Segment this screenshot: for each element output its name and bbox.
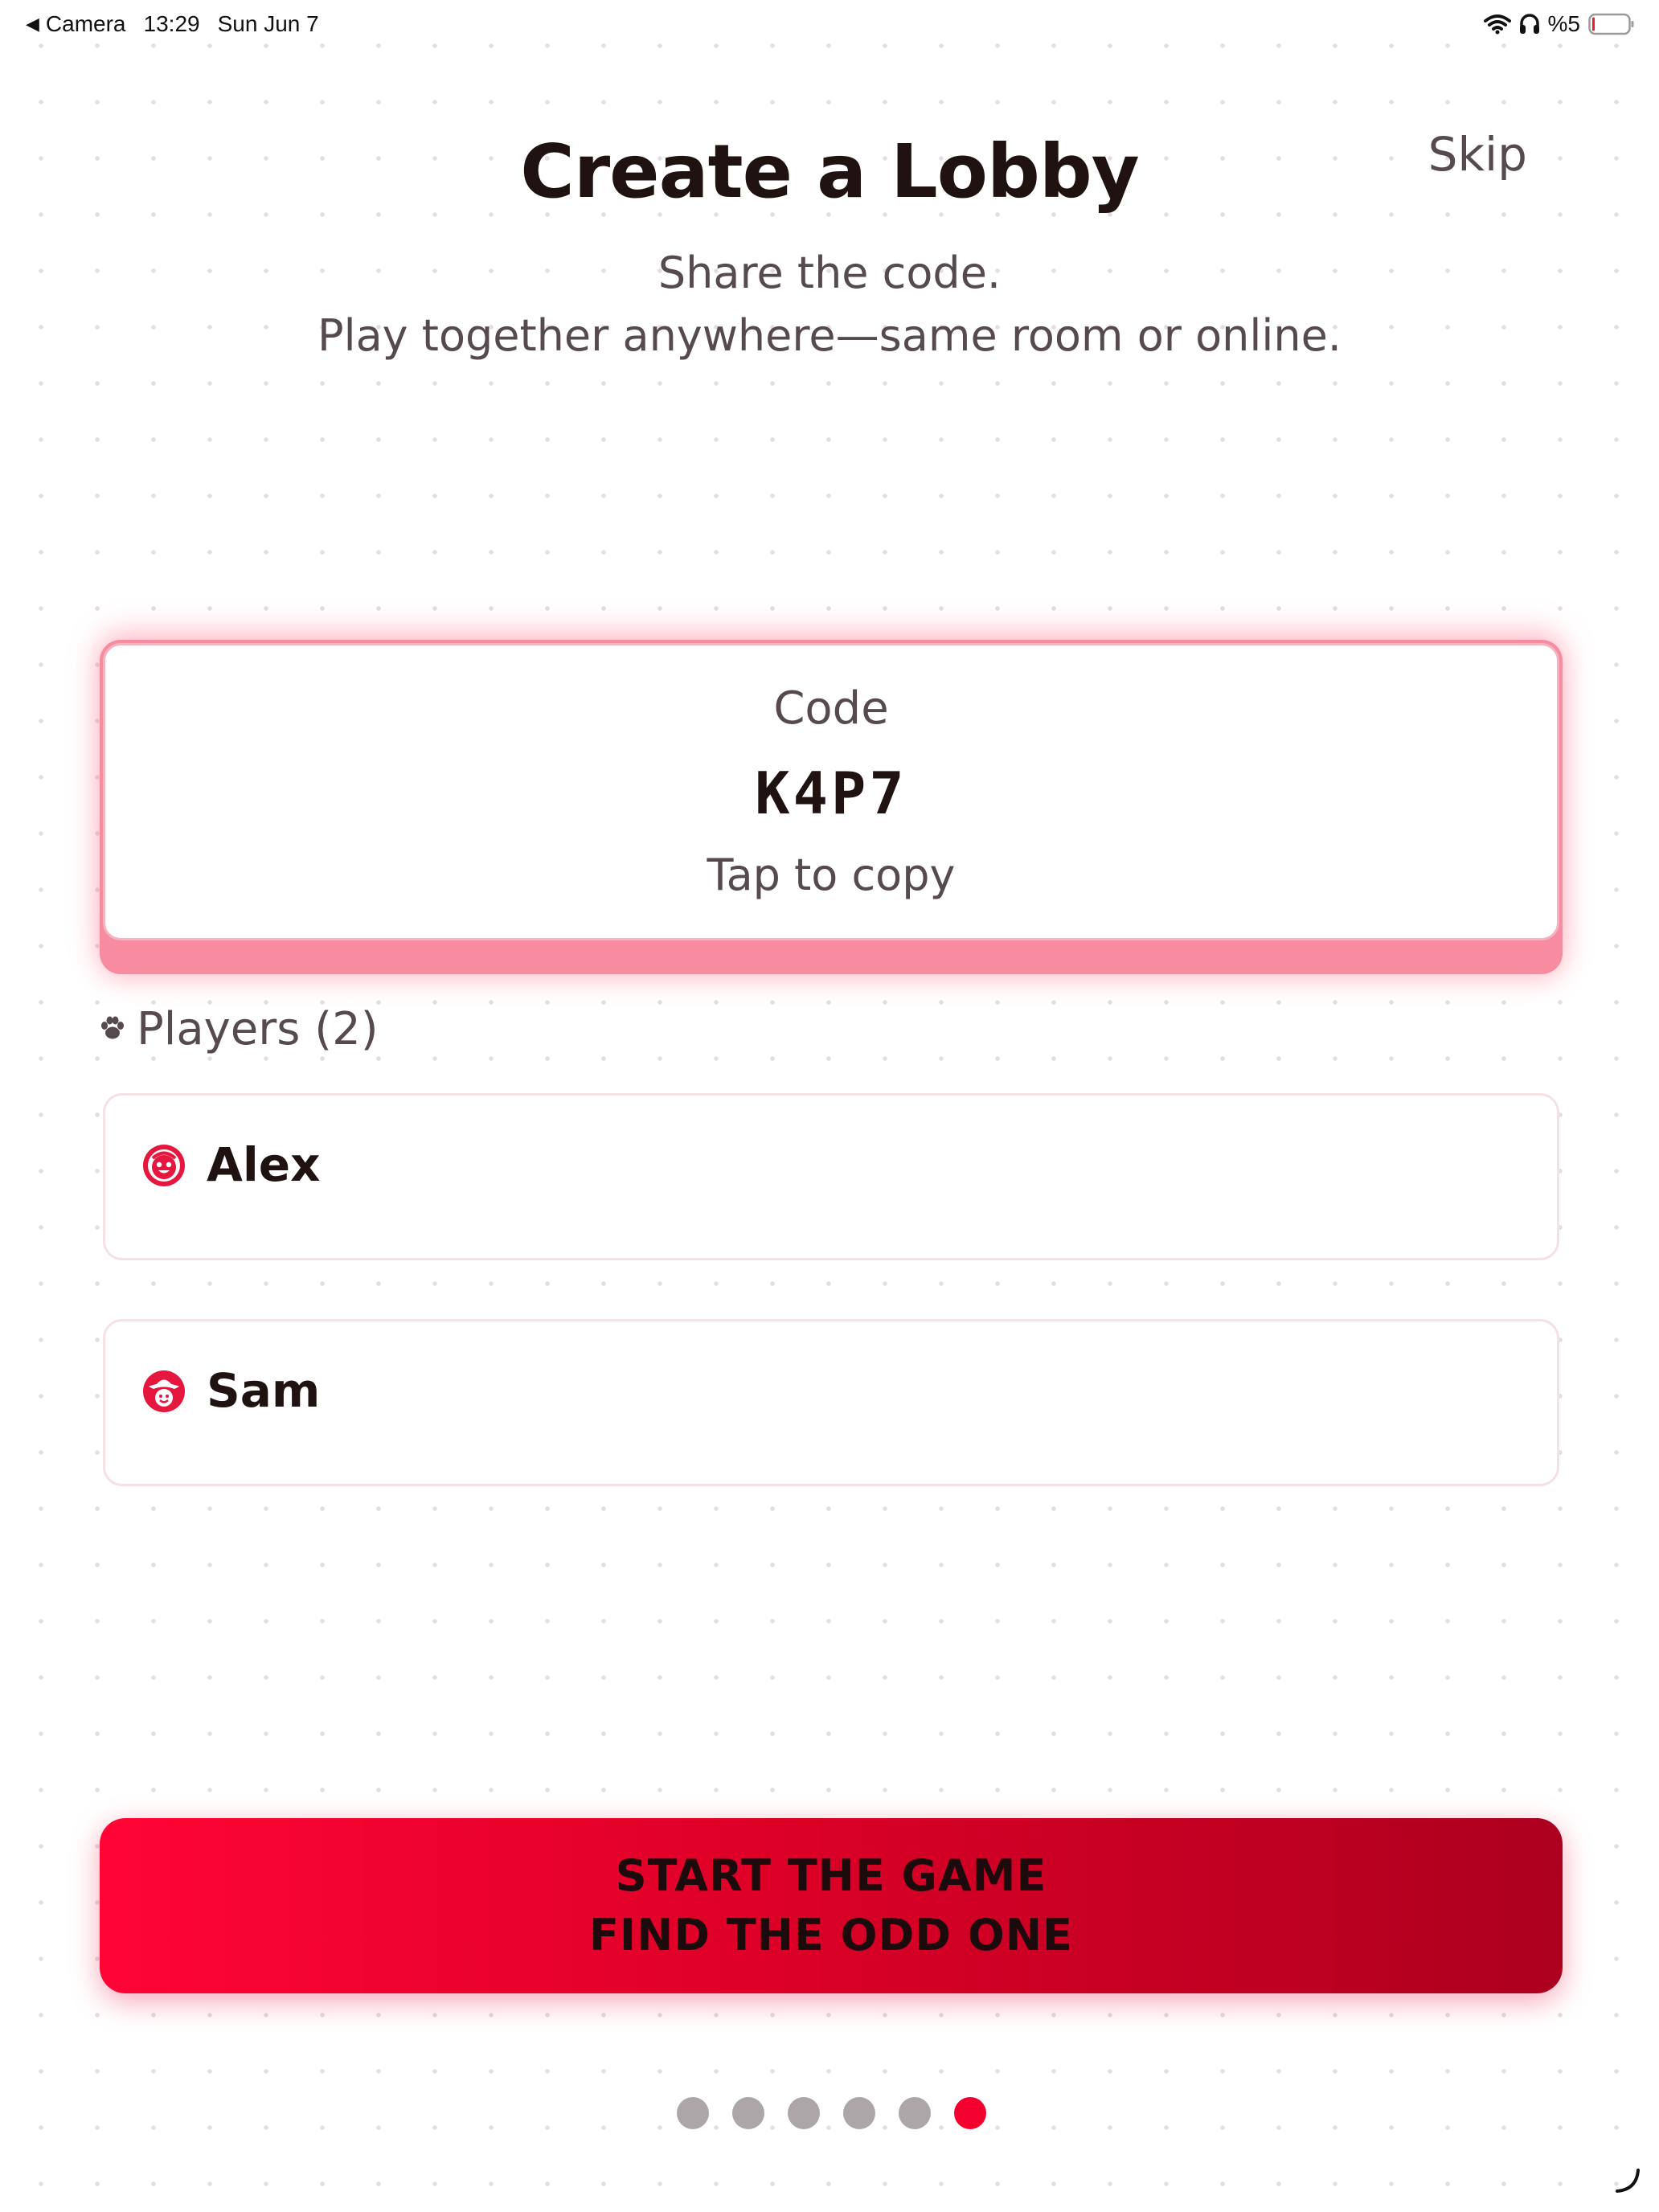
page-dot-5[interactable]	[899, 2097, 931, 2129]
page-dot-6-active[interactable]	[954, 2097, 986, 2129]
status-bar-right: %5	[1483, 11, 1635, 37]
cowboy-face-icon	[142, 1370, 186, 1413]
page-title: Create a Lobby	[520, 129, 1139, 215]
smiling-face-icon	[142, 1144, 186, 1187]
page-dot-1[interactable]	[677, 2097, 709, 2129]
page-dot-2[interactable]	[732, 2097, 764, 2129]
copy-hint: Tap to copy	[707, 850, 956, 900]
battery-icon	[1588, 13, 1635, 35]
resize-handle-icon[interactable]	[1614, 2167, 1641, 2198]
back-to-app-label[interactable]: Camera	[46, 11, 126, 37]
subtitle-line-2: Play together anywhere—same room or onli…	[317, 310, 1342, 361]
back-arrow-icon[interactable]: ◀	[26, 14, 39, 35]
page-dot-4[interactable]	[843, 2097, 875, 2129]
start-button-line-2: FIND THE ODD ONE	[589, 1910, 1073, 1960]
subtitle-line-1: Share the code.	[657, 248, 1002, 298]
code-label: Code	[773, 682, 889, 735]
page-indicator	[677, 2097, 986, 2129]
status-time: 13:29	[143, 11, 200, 36]
player-row: Alex	[103, 1093, 1559, 1260]
players-header: Players (2)	[100, 1003, 379, 1055]
status-bar: ◀ Camera 13:29 Sun Jun 7 %5	[0, 0, 1659, 53]
start-button-line-1: START THE GAME	[615, 1850, 1047, 1901]
page-dot-3[interactable]	[788, 2097, 820, 2129]
lobby-code: K4P7	[755, 760, 907, 827]
battery-percent: %5	[1547, 11, 1580, 36]
lobby-code-card[interactable]: Code K4P7 Tap to copy	[103, 643, 1559, 940]
start-game-button[interactable]: START THE GAME FIND THE ODD ONE	[100, 1818, 1563, 1993]
skip-button[interactable]: Skip	[1428, 127, 1527, 182]
players-title: Players (2)	[137, 1003, 379, 1055]
wifi-icon	[1483, 14, 1511, 35]
player-name: Sam	[207, 1363, 321, 1418]
paw-icon	[100, 1016, 125, 1043]
status-bar-left: ◀ Camera 13:29 Sun Jun 7	[26, 11, 319, 37]
headphones-icon	[1519, 13, 1540, 35]
status-date: Sun Jun 7	[217, 11, 319, 36]
player-name: Alex	[207, 1137, 321, 1192]
player-row: Sam	[103, 1319, 1559, 1486]
